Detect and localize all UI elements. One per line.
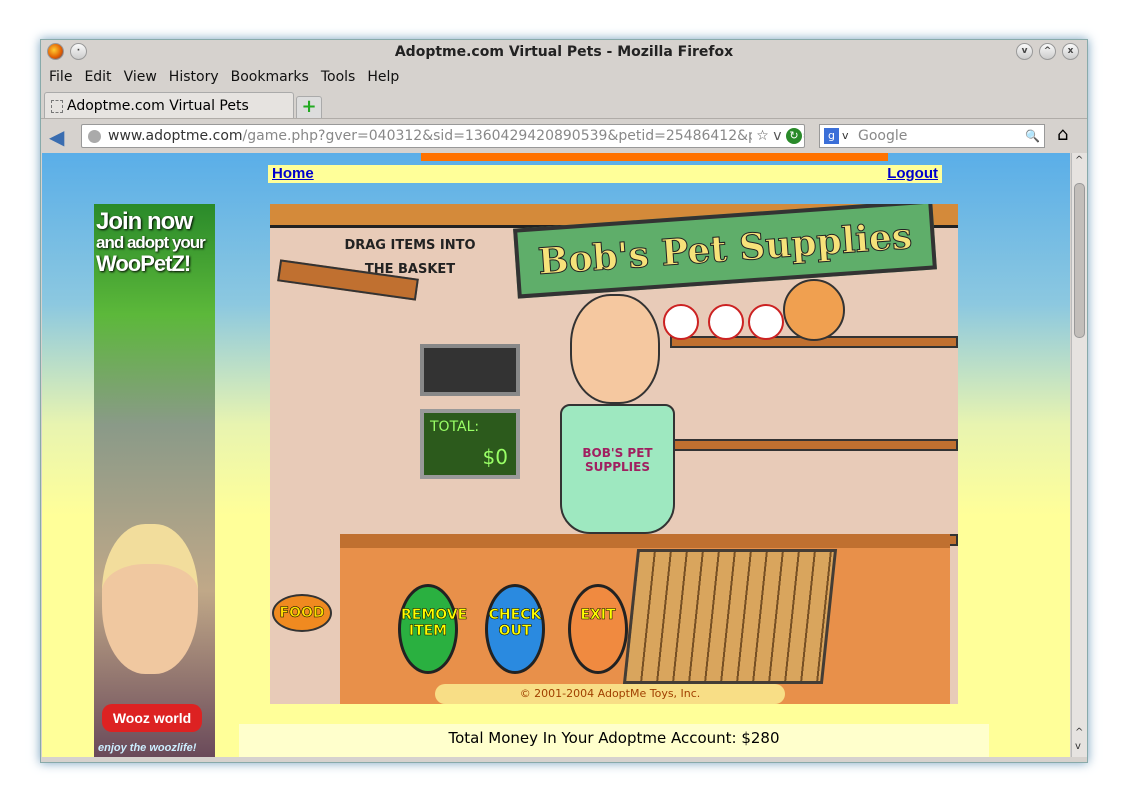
google-icon[interactable]: g [824,128,839,144]
site-nav: Home Logout [268,165,942,183]
total-display: TOTAL: $0 [420,409,520,479]
firefox-icon[interactable] [47,43,64,60]
page-content: Home Logout Join now and adopt your WooP… [42,153,1070,757]
apron-logo: BOB'S PET SUPPLIES [560,404,675,534]
copyright: © 2001-2004 AdoptMe Toys, Inc. [435,684,785,704]
navigation-toolbar: ◀ www.adoptme.com/game.php?gver=040312&s… [41,118,1087,152]
menu-tools[interactable]: Tools [321,64,356,90]
window-menu-icon[interactable]: · [70,43,87,60]
menu-bar: File Edit View History Bookmarks Tools H… [41,64,1087,90]
minimize-icon[interactable]: v [1016,43,1033,60]
url-path: /game.php?gver=040312&sid=13604294208905… [242,128,805,144]
scroll-down-icon[interactable]: v [1075,741,1081,752]
ball-item[interactable] [748,304,784,340]
tab-adoptme[interactable]: Adoptme.com Virtual Pets [44,92,294,119]
tab-bar: Adoptme.com Virtual Pets + [41,90,1087,119]
header-orange-bar [421,153,888,161]
ball-item[interactable] [663,304,699,340]
url-domain: www.adoptme.com [108,128,243,144]
new-tab-button[interactable]: + [296,96,322,119]
shopkeeper-bob [570,294,660,404]
scroll-thumb[interactable] [1074,183,1085,338]
logout-link[interactable]: Logout [887,165,938,182]
url-dropdown-icon[interactable]: v [773,128,781,144]
scroll-up-icon[interactable]: ^ [1075,155,1083,166]
title-bar: · Adoptme.com Virtual Pets - Mozilla Fir… [41,40,1087,64]
search-placeholder: Google [858,128,908,144]
ball-item[interactable] [708,304,744,340]
menu-view[interactable]: View [124,64,157,90]
total-label: TOTAL: [430,419,480,435]
reload-icon[interactable]: ↻ [786,128,802,144]
back-arrow-icon[interactable]: ◀ [49,125,64,149]
window-title: Adoptme.com Virtual Pets - Mozilla Firef… [394,44,734,60]
maximize-icon[interactable]: ^ [1039,43,1056,60]
advertisement-banner[interactable]: Join now and adopt your WooPetZ! Wooz wo… [94,204,215,757]
binoculars-icon[interactable]: 🔍 [1025,125,1040,147]
ad-headline: Join now [96,208,193,235]
menu-edit[interactable]: Edit [84,64,111,90]
ad-logo: Wooz world [102,704,202,732]
favicon-icon [51,100,63,113]
account-total: Total Money In Your Adoptme Account: $28… [239,724,989,757]
pet-store-game[interactable]: Bob's Pet Supplies DRAG ITEMS INTO THE B… [270,204,958,704]
menu-file[interactable]: File [49,64,72,90]
shopping-basket[interactable] [622,549,838,684]
check-out-button[interactable]: CHECK OUT [485,584,545,674]
menu-bookmarks[interactable]: Bookmarks [231,64,309,90]
ad-brand: WooPetZ! [96,251,191,276]
food-bag-item[interactable]: FOOD [272,594,332,632]
remove-item-button[interactable]: REMOVE ITEM [398,584,467,674]
basketball-item[interactable] [783,279,845,341]
scroll-up-icon[interactable]: ^ [1075,727,1083,738]
search-box[interactable]: gv Google 🔍 [819,124,1045,148]
menu-history[interactable]: History [169,64,219,90]
exit-button[interactable]: EXIT [568,584,628,674]
home-link[interactable]: Home [272,165,314,182]
shelf-middle [670,439,958,451]
vertical-scrollbar[interactable]: ^ ^ v [1071,153,1087,757]
bookmark-star-icon[interactable]: ☆ [756,128,769,144]
close-icon[interactable]: x [1062,43,1079,60]
browser-window: · Adoptme.com Virtual Pets - Mozilla Fir… [40,39,1088,763]
ad-tagline: enjoy the woozlife! [98,742,197,754]
ad-subline: and adopt your [96,233,206,252]
total-value: $0 [482,445,508,469]
menu-help[interactable]: Help [367,64,399,90]
register-screen [420,344,520,396]
globe-icon [88,130,101,143]
engine-dropdown-icon[interactable]: v [842,125,849,147]
ad-character-image [102,524,198,674]
url-bar[interactable]: www.adoptme.com/game.php?gver=040312&sid… [81,124,805,148]
tab-label: Adoptme.com Virtual Pets [67,98,249,114]
home-icon[interactable]: ⌂ [1057,124,1068,145]
